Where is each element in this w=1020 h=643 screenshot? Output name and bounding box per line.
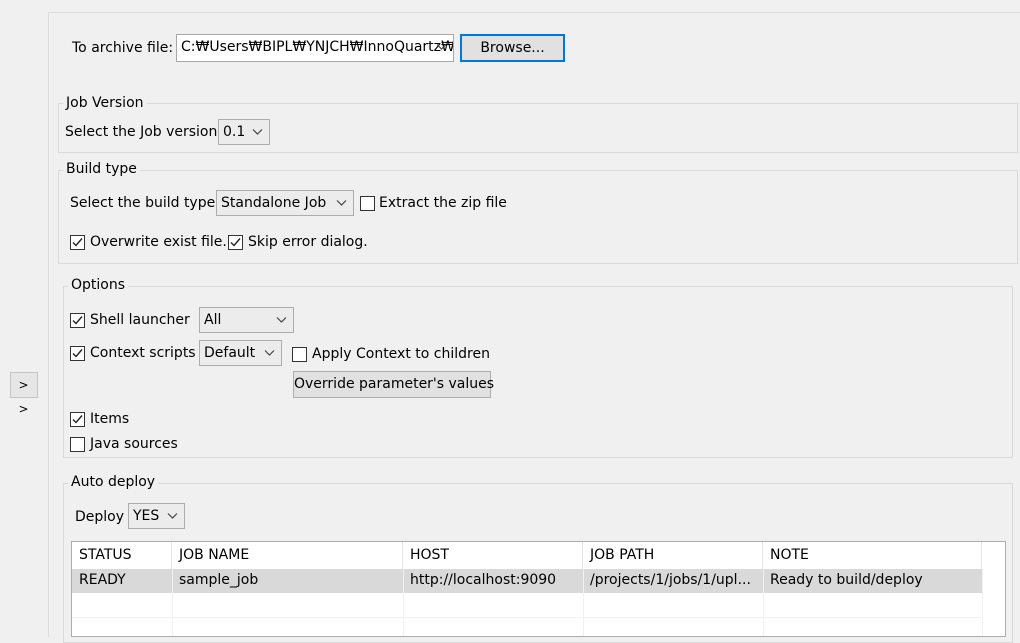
column-header-status[interactable]: STATUS bbox=[72, 542, 172, 569]
chevron-down-icon bbox=[252, 126, 263, 137]
chevron-down-icon bbox=[167, 510, 178, 521]
options-title: Options bbox=[68, 277, 129, 293]
build-type-select[interactable]: Standalone Job bbox=[216, 190, 354, 216]
browse-button[interactable]: Browse... bbox=[460, 34, 565, 62]
build-type-value: Standalone Job bbox=[221, 195, 327, 211]
checkmark-icon bbox=[230, 238, 241, 247]
table-cell-host: http://localhost:9090 bbox=[410, 572, 557, 588]
context-scripts-select[interactable]: Default bbox=[199, 340, 282, 366]
deploy-select[interactable]: YES bbox=[128, 503, 185, 529]
java-sources-label: Java sources bbox=[90, 436, 178, 452]
deploy-label: Deploy bbox=[75, 509, 125, 525]
checkmark-icon bbox=[72, 415, 83, 424]
apply-context-label: Apply Context to children bbox=[312, 346, 490, 362]
panel-top-border bbox=[48, 12, 1020, 13]
table-grid-line bbox=[982, 569, 983, 636]
chevron-down-icon[interactable] bbox=[436, 41, 447, 52]
chevron-down-icon bbox=[336, 197, 347, 208]
column-header-note[interactable]: NOTE bbox=[763, 542, 982, 569]
shell-launcher-value: All bbox=[204, 312, 222, 328]
table-cell-note: Ready to build/deploy bbox=[770, 572, 923, 588]
deploy-value: YES bbox=[133, 508, 160, 524]
table-cell-job-path: /projects/1/jobs/1/upl... bbox=[590, 572, 751, 588]
extract-zip-label: Extract the zip file bbox=[379, 195, 507, 211]
table-grid-line bbox=[72, 617, 982, 618]
table-grid-line bbox=[403, 569, 404, 636]
job-version-select[interactable]: 0.1 bbox=[218, 119, 270, 145]
deploy-table[interactable]: STATUS JOB NAME HOST JOB PATH NOTE READY… bbox=[71, 541, 1006, 637]
checkmark-icon bbox=[72, 349, 83, 358]
apply-context-checkbox[interactable] bbox=[292, 347, 307, 362]
overwrite-checkbox[interactable] bbox=[70, 235, 85, 250]
overwrite-label: Overwrite exist file. bbox=[90, 234, 227, 250]
expand-button[interactable]: > > bbox=[10, 372, 38, 416]
extract-zip-checkbox[interactable] bbox=[360, 196, 375, 211]
table-grid-line bbox=[172, 569, 173, 636]
job-version-title: Job Version bbox=[63, 95, 147, 111]
table-cell-status: READY bbox=[79, 572, 126, 588]
items-checkbox[interactable] bbox=[70, 412, 85, 427]
build-type-title: Build type bbox=[63, 161, 140, 177]
chevron-down-icon bbox=[264, 347, 275, 358]
archive-file-value: C:₩Users₩BIPL₩YNJCH₩InnoQuartz₩ bbox=[181, 39, 454, 55]
build-type-label: Select the build type bbox=[70, 195, 216, 211]
checkmark-icon bbox=[72, 238, 83, 247]
shell-launcher-label: Shell launcher bbox=[90, 312, 190, 328]
column-header-job-name[interactable]: JOB NAME bbox=[172, 542, 403, 569]
skip-error-label: Skip error dialog. bbox=[248, 234, 368, 250]
checkmark-icon bbox=[72, 316, 83, 325]
job-version-label: Select the Job version bbox=[65, 124, 218, 140]
override-parameters-button[interactable]: Override parameter's values bbox=[293, 371, 494, 398]
context-scripts-checkbox[interactable] bbox=[70, 346, 85, 361]
java-sources-checkbox[interactable] bbox=[70, 437, 85, 452]
shell-launcher-checkbox[interactable] bbox=[70, 313, 85, 328]
job-version-value: 0.1 bbox=[223, 124, 246, 140]
items-label: Items bbox=[90, 411, 130, 427]
table-grid-line bbox=[583, 569, 584, 636]
context-scripts-value: Default bbox=[204, 345, 256, 361]
table-cell-job-name: sample_job bbox=[179, 572, 259, 588]
table-grid-line bbox=[763, 569, 764, 636]
column-header-host[interactable]: HOST bbox=[403, 542, 583, 569]
skip-error-checkbox[interactable] bbox=[228, 235, 243, 250]
context-scripts-label: Context scripts bbox=[90, 345, 196, 361]
panel-divider bbox=[48, 12, 49, 637]
archive-file-label: To archive file: bbox=[72, 40, 174, 56]
column-header-job-path[interactable]: JOB PATH bbox=[583, 542, 763, 569]
auto-deploy-title: Auto deploy bbox=[68, 474, 159, 490]
shell-launcher-select[interactable]: All bbox=[199, 307, 294, 333]
chevron-down-icon bbox=[276, 314, 287, 325]
archive-file-input[interactable]: C:₩Users₩BIPL₩YNJCH₩InnoQuartz₩ bbox=[176, 34, 454, 62]
